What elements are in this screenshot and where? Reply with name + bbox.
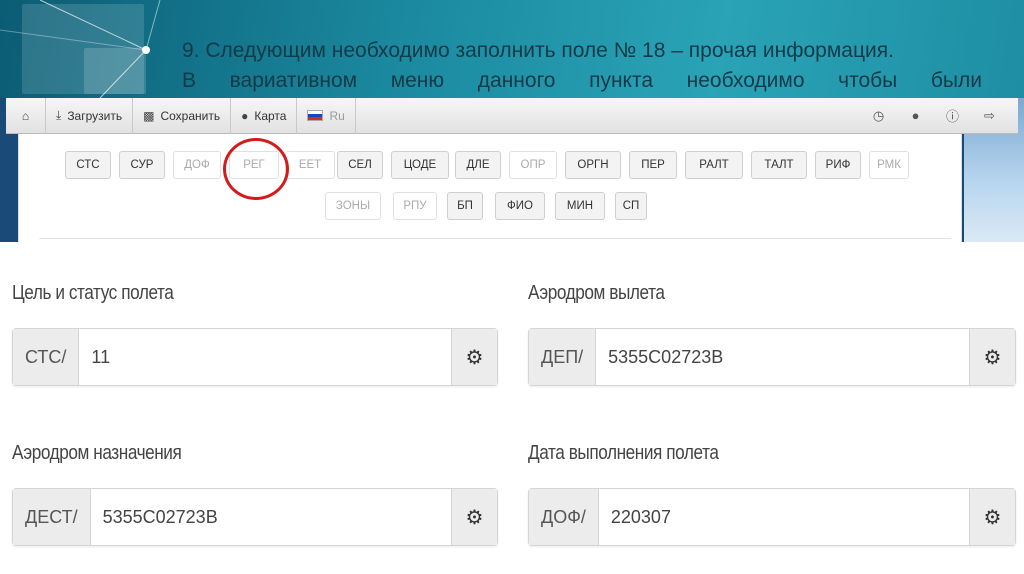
divider: [39, 238, 951, 239]
destination-input[interactable]: 5355С02723В: [91, 489, 451, 545]
date-field: ДОФ/ 220307 ⚙: [528, 488, 1016, 546]
destination-prefix: ДЕСТ/: [13, 489, 91, 545]
slide-root: 9. Следующим необходимо заполнить поле №…: [0, 0, 1024, 574]
destination-settings-button[interactable]: ⚙: [451, 489, 497, 545]
field18-option-СУР[interactable]: СУР: [119, 151, 165, 179]
map-label: Карта: [254, 108, 287, 123]
instruction-line-1: 9. Следующим необходимо заполнить поле №…: [182, 39, 894, 62]
logout-icon[interactable]: ⇨: [971, 108, 1008, 124]
field18-option-ПЕР[interactable]: ПЕР: [629, 151, 677, 179]
clock-icon[interactable]: ◷: [860, 108, 897, 124]
field18-option-ЕЕТ[interactable]: ЕЕТ: [285, 151, 335, 179]
zoomed-form: Цель и статус полета СТС/ 11 ⚙ Аэродром …: [0, 242, 1024, 574]
field18-option-РМК[interactable]: РМК: [869, 151, 909, 179]
field18-options-panel: СТС СУР ДОФ РЕГ ЕЕТ СЕЛ ЦОДЕ ДЛЕ ОПР ОРГН ПЕР РАЛТ Т…: [18, 134, 962, 242]
field18-option-РАЛТ[interactable]: РАЛТ: [685, 151, 743, 179]
decor-lines: [0, 0, 161, 98]
departure-settings-button[interactable]: ⚙: [969, 329, 1015, 385]
info-icon[interactable]: ⓘ: [934, 106, 971, 125]
field18-option-БП[interactable]: БП: [447, 192, 483, 220]
home-button[interactable]: ⌂: [6, 97, 46, 134]
date-prefix: ДОФ/: [529, 489, 599, 545]
globe-icon: ●: [241, 108, 249, 123]
purpose-prefix: СТС/: [13, 329, 80, 385]
map-button[interactable]: ● Карта: [231, 97, 298, 134]
save-button[interactable]: ▩ Сохранить: [133, 97, 232, 134]
highlight-circle: [223, 138, 289, 200]
field18-option-ДОФ[interactable]: ДОФ: [173, 151, 221, 179]
field18-option-ЗОНЫ[interactable]: ЗОНЫ: [325, 192, 381, 220]
date-label: Дата выполнения полета: [528, 442, 719, 464]
purpose-field: СТС/ 11 ⚙: [12, 328, 498, 386]
app-window: ⌂ ⤓ Загрузить ▩ Сохранить ● Карта Ru ◷ ●: [0, 97, 1024, 242]
field18-option-ЦОДЕ[interactable]: ЦОДЕ: [391, 151, 449, 179]
date-settings-button[interactable]: ⚙: [969, 489, 1015, 545]
field18-option-ТАЛТ[interactable]: ТАЛТ: [751, 151, 807, 179]
field18-option-РИФ[interactable]: РИФ: [815, 151, 861, 179]
departure-label: Аэродром вылета: [528, 282, 665, 304]
field18-option-ФИО[interactable]: ФИО: [495, 192, 545, 220]
gear-icon: ⚙: [465, 506, 484, 529]
gear-icon: ⚙: [465, 346, 484, 369]
gear-icon: ⚙: [983, 506, 1002, 529]
language-label: Ru: [329, 108, 345, 123]
floppy-icon: ▩: [143, 108, 155, 123]
upload-label: Загрузить: [67, 108, 123, 123]
destination-label: Аэродром назначения: [12, 442, 182, 464]
upload-button[interactable]: ⤓ Загрузить: [46, 97, 134, 134]
field18-option-МИН[interactable]: МИН: [555, 192, 605, 220]
user-icon[interactable]: ●: [897, 108, 934, 123]
departure-input[interactable]: 5355С02723В: [596, 329, 969, 385]
field18-option-ОПР[interactable]: ОПР: [509, 151, 557, 179]
download-icon: ⤓: [56, 108, 62, 122]
slide-instruction: 9. Следующим необходимо заполнить поле №…: [182, 36, 982, 96]
date-input[interactable]: 220307: [599, 489, 969, 545]
gear-icon: ⚙: [983, 346, 1002, 369]
departure-prefix: ДЕП/: [529, 329, 597, 385]
field18-option-СЕЛ[interactable]: СЕЛ: [337, 151, 383, 179]
field18-option-СТС[interactable]: СТС: [65, 151, 111, 179]
field18-option-ДЛЕ[interactable]: ДЛЕ: [455, 151, 501, 179]
field18-option-ОРГН[interactable]: ОРГН: [565, 151, 621, 179]
purpose-label: Цель и статус полета: [12, 282, 174, 304]
instruction-line-2: В вариативном меню данного пункта необхо…: [182, 69, 982, 92]
toolbar: ⌂ ⤓ Загрузить ▩ Сохранить ● Карта Ru ◷ ●: [6, 97, 1018, 134]
purpose-input[interactable]: 11: [79, 329, 451, 385]
destination-field: ДЕСТ/ 5355С02723В ⚙: [12, 488, 498, 546]
field18-option-СП[interactable]: СП: [615, 192, 647, 220]
russian-flag-icon: [307, 110, 324, 121]
slide-header: 9. Следующим необходимо заполнить поле №…: [0, 0, 1024, 98]
departure-field: ДЕП/ 5355С02723В ⚙: [528, 328, 1016, 386]
save-label: Сохранить: [160, 108, 221, 123]
purpose-settings-button[interactable]: ⚙: [451, 329, 497, 385]
toolbar-right-icons: ◷ ● ⓘ ⇨: [860, 106, 1018, 125]
field18-option-РПУ[interactable]: РПУ: [393, 192, 437, 220]
home-icon: ⌂: [21, 108, 30, 123]
language-button[interactable]: Ru: [297, 97, 356, 134]
